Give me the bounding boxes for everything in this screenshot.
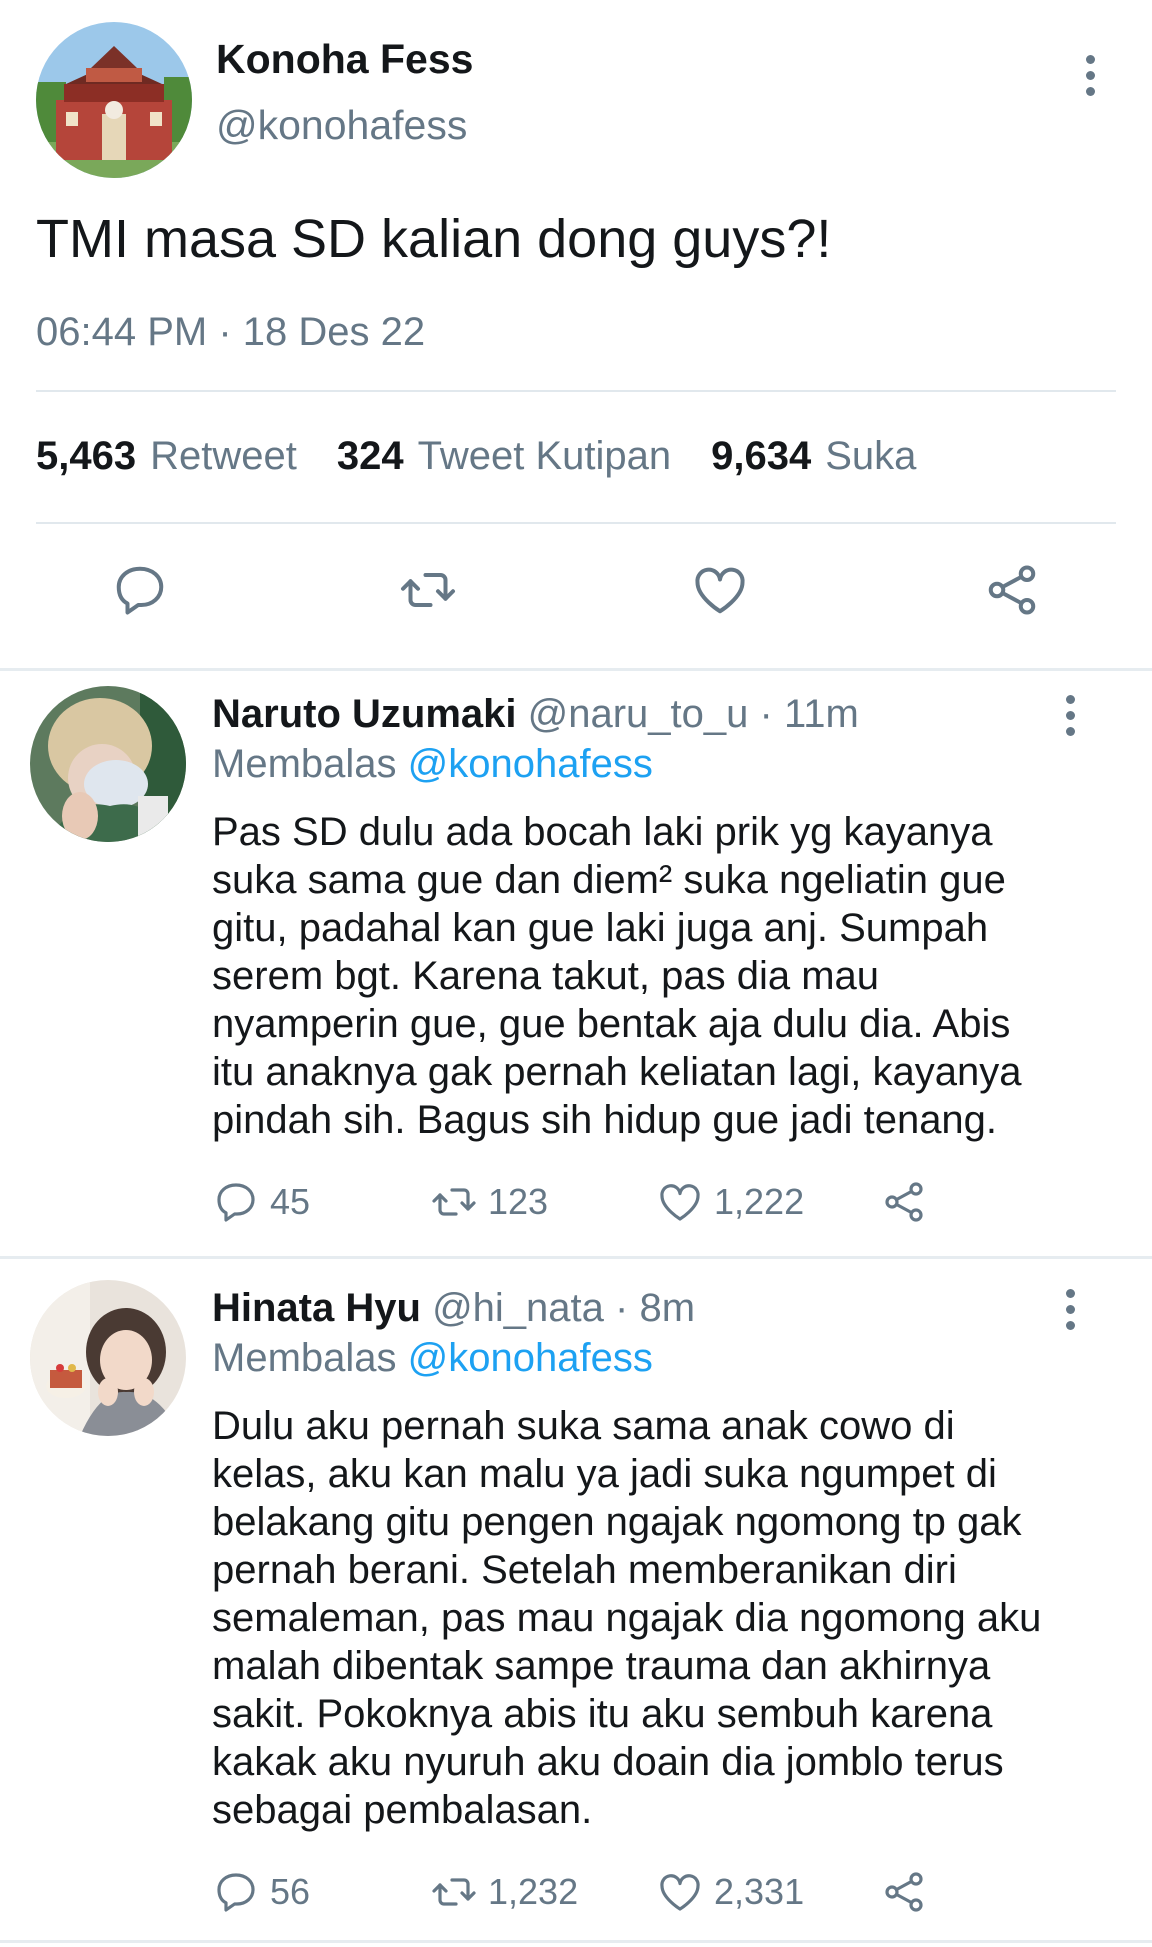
reply-button[interactable]: 56 — [212, 1868, 310, 1916]
reply-actions: 45 123 1,222 — [212, 1178, 1112, 1234]
section-divider — [0, 1256, 1152, 1259]
divider — [36, 522, 1116, 524]
tweet-stats: 5,463 Retweet 324 Tweet Kutipan 9,634 Suka — [36, 434, 916, 479]
reply-icon[interactable] — [110, 560, 170, 620]
like-button[interactable]: 1,222 — [656, 1178, 804, 1226]
reply-author-name[interactable]: Hinata Hyu — [212, 1286, 421, 1330]
author-name[interactable]: Konoha Fess — [216, 36, 473, 83]
share-button[interactable] — [880, 1868, 928, 1916]
like-icon — [660, 1874, 700, 1911]
tweet-timestamp[interactable]: 06:44 PM · 18 Des 22 — [36, 310, 425, 355]
reply-count: 56 — [270, 1871, 311, 1912]
retweet-icon[interactable] — [398, 560, 458, 620]
retweet-count: 1,232 — [488, 1871, 579, 1912]
reply-button[interactable]: 45 — [212, 1178, 310, 1226]
share-icon[interactable] — [982, 560, 1042, 620]
mention-link[interactable]: @konohafess — [408, 742, 653, 786]
share-icon — [885, 1182, 923, 1222]
reply-icon — [217, 1873, 255, 1912]
reply-author-name[interactable]: Naruto Uzumaki — [212, 692, 517, 736]
reply-author-handle[interactable]: @naru_to_u — [528, 692, 749, 736]
more-options-icon[interactable] — [1080, 55, 1100, 96]
like-icon — [660, 1184, 700, 1221]
like-count: 2,331 — [714, 1871, 805, 1912]
reply-header: Hinata Hyu @hi_nata · 8m — [212, 1286, 695, 1331]
more-options-icon[interactable] — [1060, 695, 1080, 736]
like-stat[interactable]: 9,634 Suka — [711, 434, 916, 479]
share-icon — [885, 1872, 923, 1912]
divider — [36, 390, 1116, 392]
reply-header: Naruto Uzumaki @naru_to_u · 11m — [212, 692, 859, 737]
share-button[interactable] — [880, 1178, 928, 1226]
replying-to: Membalas @konohafess — [212, 742, 653, 786]
mention-link[interactable]: @konohafess — [408, 1336, 653, 1380]
section-divider — [0, 668, 1152, 671]
retweet-stat[interactable]: 5,463 Retweet — [36, 434, 297, 479]
retweet-button[interactable]: 123 — [430, 1178, 548, 1226]
reply-time[interactable]: · 11m — [760, 692, 859, 736]
reply-count: 45 — [270, 1181, 311, 1222]
reply-time[interactable]: · 8m — [615, 1286, 695, 1330]
retweet-icon — [432, 1188, 476, 1216]
retweet-count: 123 — [488, 1181, 549, 1222]
reply-actions: 56 1,232 2,331 — [212, 1868, 1112, 1924]
like-button[interactable]: 2,331 — [656, 1868, 804, 1916]
reply-text: Pas SD dulu ada bocah laki prik yg kayan… — [212, 810, 1022, 1142]
retweet-icon — [432, 1878, 476, 1906]
reply-icon — [217, 1183, 255, 1222]
tweet-actions — [0, 560, 1152, 632]
konoha-fess-avatar[interactable] — [36, 22, 192, 178]
section-divider — [0, 1940, 1152, 1943]
like-count: 1,222 — [714, 1181, 805, 1222]
reply-author-handle[interactable]: @hi_nata — [432, 1286, 604, 1330]
quote-tweet-stat[interactable]: 324 Tweet Kutipan — [337, 434, 671, 479]
retweet-button[interactable]: 1,232 — [430, 1868, 578, 1916]
naruto-uzumaki-avatar[interactable] — [30, 686, 186, 842]
hinata-hyu-avatar[interactable] — [30, 1280, 186, 1436]
reply-text: Dulu aku pernah suka sama anak cowo di k… — [212, 1404, 1042, 1832]
tweet-text: TMI masa SD kalian dong guys?! — [36, 209, 832, 269]
author-handle[interactable]: @konohafess — [216, 102, 467, 149]
more-options-icon[interactable] — [1060, 1289, 1080, 1330]
like-icon[interactable] — [690, 560, 750, 620]
replying-to: Membalas @konohafess — [212, 1336, 653, 1380]
